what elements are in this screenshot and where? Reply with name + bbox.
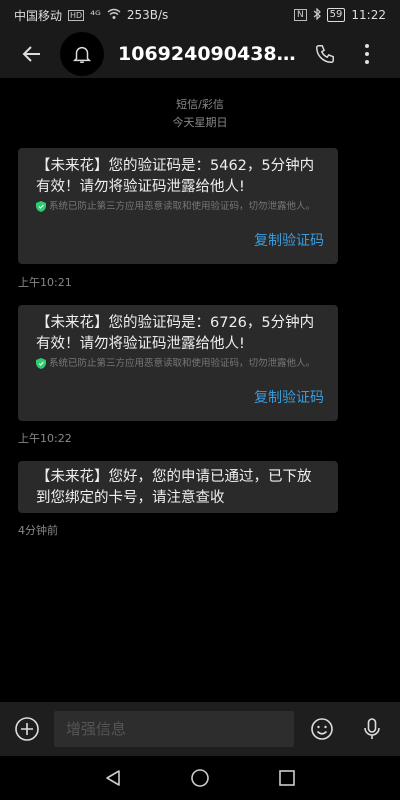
conversation-header: 10692409043877... [0, 30, 400, 78]
emoji-icon [311, 718, 333, 740]
avatar[interactable] [60, 32, 104, 76]
emoji-button[interactable] [308, 715, 336, 743]
compose-bar [0, 702, 400, 756]
message-text: 【未来花】您的验证码是：5462，5分钟内有效！请勿将验证码泄露给他人! [36, 158, 315, 195]
date-header: 短信/彩信 今天星期日 [0, 96, 400, 132]
triangle-back-icon [106, 770, 121, 786]
nav-home-button[interactable] [185, 763, 215, 793]
more-button[interactable] [352, 37, 382, 71]
add-circle-icon [15, 717, 39, 741]
date-label: 今天星期日 [172, 116, 228, 129]
bluetooth-icon [313, 7, 321, 23]
clock: 11:22 [351, 8, 386, 22]
status-right: N 59 11:22 [293, 7, 386, 23]
status-left: 中国移动 HD ⁴ᴳ 253B/s [14, 7, 168, 24]
messaging-screen: 中国移动 HD ⁴ᴳ 253B/s N 59 11:22 10692409043… [0, 0, 400, 800]
message-text: 【未来花】您的验证码是：6726，5分钟内有效！请勿将验证码泄露给他人! [36, 315, 315, 352]
microphone-icon [364, 718, 380, 739]
circle-home-icon [191, 769, 209, 787]
battery-icon: 59 [326, 8, 346, 22]
navigation-bar [0, 756, 400, 800]
add-attachment-button[interactable] [12, 714, 42, 744]
message-type-label: 短信/彩信 [176, 98, 224, 111]
back-arrow-icon [22, 46, 40, 62]
contact-name[interactable]: 10692409043877... [118, 43, 298, 65]
message-bubble[interactable]: 【未来花】您的验证码是：5462，5分钟内有效！请勿将验证码泄露给他人! 系统已… [18, 148, 338, 264]
call-button[interactable] [308, 37, 342, 71]
message-bubble[interactable]: 【未来花】您好，您的申请已通过，已下放到您绑定的卡号，请注意查收 [18, 461, 338, 513]
shield-icon [36, 358, 46, 369]
more-vertical-icon [365, 44, 369, 64]
message-bubble[interactable]: 【未来花】您的验证码是：6726，5分钟内有效！请勿将验证码泄露给他人! 系统已… [18, 305, 338, 421]
shield-icon [36, 201, 46, 212]
hd-icon: HD [68, 9, 85, 21]
data-speed-label: 253B/s [126, 8, 169, 22]
status-bar: 中国移动 HD ⁴ᴳ 253B/s N 59 11:22 [0, 0, 400, 30]
security-note: 系统已防止第三方应用恶意读取和使用验证码，切勿泄露他人。 [36, 357, 324, 371]
message-time: 4分钟前 [18, 524, 58, 537]
nfc-icon: N [293, 9, 307, 21]
voice-input-button[interactable] [358, 715, 386, 743]
signal-icon: ⁴ᴳ [90, 8, 101, 22]
security-note: 系统已防止第三方应用恶意读取和使用验证码，切勿泄露他人。 [36, 200, 324, 214]
security-note-text: 系统已防止第三方应用恶意读取和使用验证码，切勿泄露他人。 [49, 201, 316, 212]
copy-code-button[interactable]: 复制验证码 [36, 387, 324, 407]
message-time: 上午10:22 [18, 432, 72, 445]
phone-icon [316, 45, 334, 63]
carrier-label: 中国移动 [14, 8, 63, 23]
message-input[interactable] [54, 711, 294, 747]
security-note-text: 系统已防止第三方应用恶意读取和使用验证码，切勿泄露他人。 [49, 358, 316, 369]
square-recent-icon [278, 770, 295, 786]
nav-recent-button[interactable] [272, 763, 302, 793]
wifi-icon [107, 8, 121, 23]
bell-icon [72, 46, 92, 63]
message-text: 【未来花】您好，您的申请已通过，已下放到您绑定的卡号，请注意查收 [36, 469, 312, 506]
nav-back-button[interactable] [98, 763, 128, 793]
copy-code-button[interactable]: 复制验证码 [36, 230, 324, 250]
back-button[interactable] [12, 34, 52, 74]
message-time: 上午10:21 [18, 276, 72, 289]
